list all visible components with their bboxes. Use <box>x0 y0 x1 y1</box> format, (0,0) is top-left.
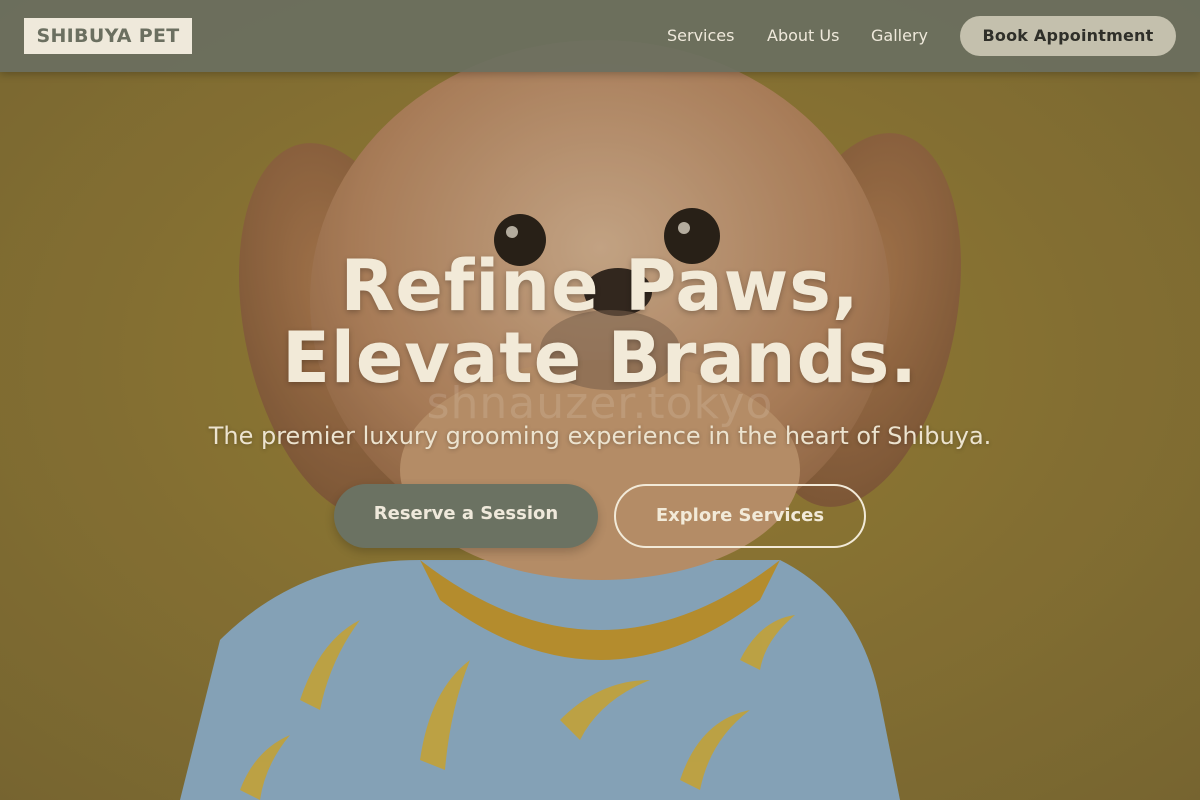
hero-title-line-2: Elevate Brands. <box>282 317 918 399</box>
brand-logo[interactable]: SHIBUYA PET <box>24 18 192 54</box>
hero-title: Refine Paws, Elevate Brands. <box>100 250 1100 394</box>
landing-page: shnauzer.tokyo SHIBUYA PET Services Abou… <box>0 0 1200 800</box>
explore-services-button[interactable]: Explore Services <box>614 484 866 548</box>
hero-title-line-1: Refine Paws, <box>340 245 860 327</box>
site-header: SHIBUYA PET Services About Us Gallery Bo… <box>0 0 1200 72</box>
nav-link-about-us[interactable]: About Us <box>767 0 839 72</box>
hero-subtitle: The premier luxury grooming experience i… <box>208 422 992 450</box>
book-appointment-button[interactable]: Book Appointment <box>960 16 1176 56</box>
nav-link-gallery[interactable]: Gallery <box>871 0 928 72</box>
nav-link-services[interactable]: Services <box>667 0 734 72</box>
reserve-session-button[interactable]: Reserve a Session <box>334 484 598 548</box>
